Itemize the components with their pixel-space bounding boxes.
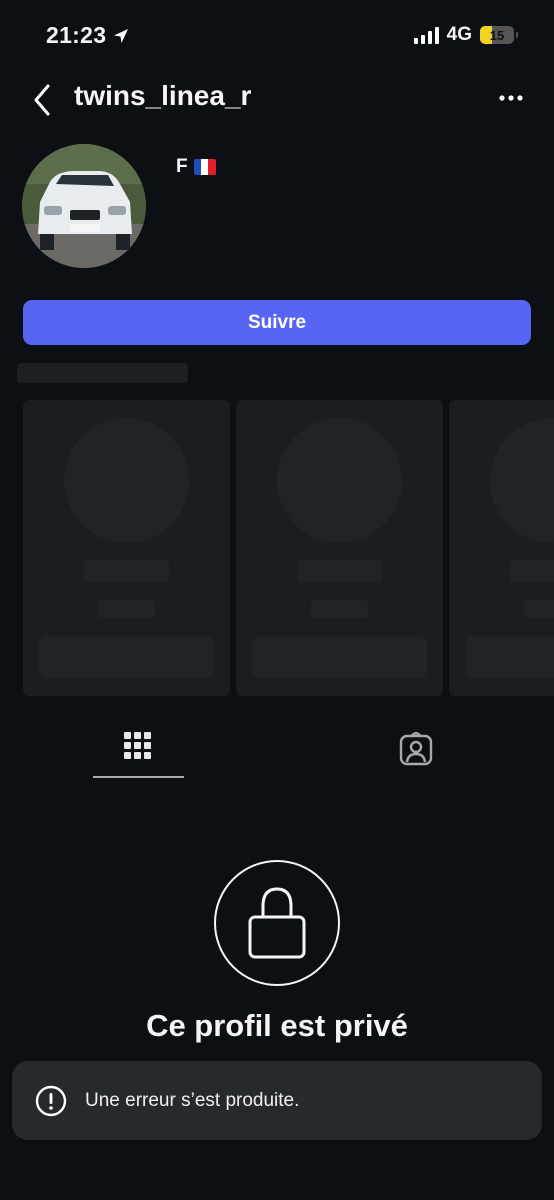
car-photo <box>22 144 146 268</box>
error-toast: Une erreur s’est produite. <box>12 1061 542 1140</box>
battery-icon: 15 <box>480 26 518 44</box>
active-tab-indicator <box>93 776 184 778</box>
lock-icon <box>248 887 306 959</box>
toast-message: Une erreur s’est produite. <box>85 1089 300 1111</box>
battery-level: 15 <box>489 27 505 43</box>
alert-circle-icon <box>35 1085 67 1116</box>
profile-avatar[interactable] <box>22 144 146 268</box>
status-indicators: 4G 15 <box>413 24 518 46</box>
location-arrow-icon <box>114 28 129 43</box>
network-type: 4G <box>446 24 472 45</box>
tab-posts-grid[interactable] <box>92 718 184 778</box>
signal-icon <box>413 26 439 44</box>
suggestion-card-placeholder <box>449 400 554 696</box>
profile-username: twins_linea_r <box>74 80 252 111</box>
status-time: 21:23 <box>46 22 130 49</box>
tagged-person-icon <box>399 732 433 766</box>
more-options-icon[interactable] <box>498 88 524 108</box>
french-flag-icon <box>193 159 216 175</box>
back-chevron-icon[interactable] <box>28 80 58 120</box>
suggestion-card-placeholder <box>236 400 443 696</box>
private-profile-title: Ce profil est privé <box>146 1008 408 1043</box>
suggestions-title-placeholder <box>17 363 188 383</box>
suggestion-card-placeholder <box>23 400 230 696</box>
profile-bio: F <box>176 156 216 178</box>
clock-text: 21:23 <box>46 22 107 48</box>
bio-text: F <box>176 156 188 177</box>
follow-button[interactable]: Suivre <box>23 300 531 345</box>
private-lock-badge <box>214 860 340 986</box>
grid-icon <box>124 732 151 759</box>
tab-tagged[interactable] <box>370 718 462 778</box>
